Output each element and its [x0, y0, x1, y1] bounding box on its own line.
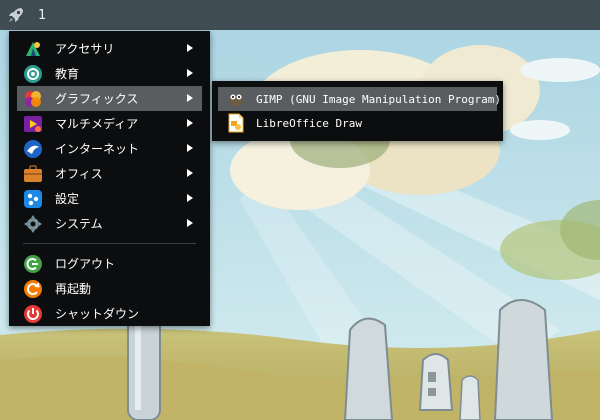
libreoffice-draw-icon [226, 113, 246, 133]
chevron-right-icon [187, 69, 193, 77]
menu-item-settings[interactable]: 設定 [17, 186, 202, 211]
menu-item-label: 教育 [55, 67, 80, 81]
submenu-item-label: LibreOffice Draw [256, 116, 362, 130]
menu-item-graphics[interactable]: グラフィックス [17, 86, 202, 111]
graphics-icon [23, 89, 43, 109]
chevron-right-icon [187, 119, 193, 127]
menu-item-label: マルチメディア [55, 117, 139, 131]
chevron-right-icon [187, 44, 193, 52]
settings-icon [23, 189, 43, 209]
menu-item-label: オフィス [55, 167, 103, 181]
menu-item-accessories[interactable]: アクセサリ [17, 36, 202, 61]
menu-item-label: システム [55, 217, 103, 231]
submenu-item-gimp[interactable]: GIMP (GNU Image Manipulation Program) [218, 87, 501, 111]
gimp-icon [226, 89, 246, 109]
submenu-item-label: GIMP (GNU Image Manipulation Program) [256, 92, 502, 106]
menu-item-system[interactable]: システム [17, 211, 202, 236]
menu-item-label: 再起動 [55, 282, 92, 296]
menu-item-internet[interactable]: インターネット [17, 136, 202, 161]
menu-item-multimedia[interactable]: マルチメディア [17, 111, 202, 136]
chevron-right-icon [187, 94, 193, 102]
menu-item-label: ログアウト [55, 257, 116, 271]
menu-separator [23, 243, 196, 244]
restart-icon [23, 279, 43, 299]
graphics-submenu: GIMP (GNU Image Manipulation Program) Li… [212, 81, 503, 141]
menu-item-restart[interactable]: 再起動 [17, 276, 202, 301]
office-icon [23, 164, 43, 184]
rocket-icon [9, 8, 23, 22]
menu-item-logout[interactable]: ログアウト [17, 251, 202, 276]
chevron-right-icon [187, 144, 193, 152]
internet-icon [23, 139, 43, 159]
multimedia-icon [23, 114, 43, 134]
application-menu-button[interactable] [6, 5, 26, 25]
menu-item-education[interactable]: 教育 [17, 61, 202, 86]
accessories-icon [23, 39, 43, 59]
submenu-item-libreoffice-draw[interactable]: LibreOffice Draw [218, 111, 497, 135]
menu-item-label: アクセサリ [55, 42, 115, 56]
menu-item-label: 設定 [55, 192, 80, 206]
logout-icon [23, 254, 43, 274]
workspace-indicator[interactable]: 1 [38, 8, 46, 23]
menu-item-label: シャットダウン [55, 307, 140, 321]
menu-item-shutdown[interactable]: シャットダウン [17, 301, 202, 326]
system-icon [23, 214, 43, 234]
chevron-right-icon [187, 169, 193, 177]
menu-item-label: インターネット [55, 142, 140, 156]
top-panel: 1 [0, 0, 600, 30]
education-icon [23, 64, 43, 84]
chevron-right-icon [187, 194, 193, 202]
application-menu: アクセサリ 教育 グラフィックス マルチメディア インターネット オフィス 設定… [9, 31, 210, 326]
shutdown-icon [23, 304, 43, 324]
menu-item-label: グラフィックス [55, 92, 139, 106]
chevron-right-icon [187, 219, 193, 227]
menu-item-office[interactable]: オフィス [17, 161, 202, 186]
